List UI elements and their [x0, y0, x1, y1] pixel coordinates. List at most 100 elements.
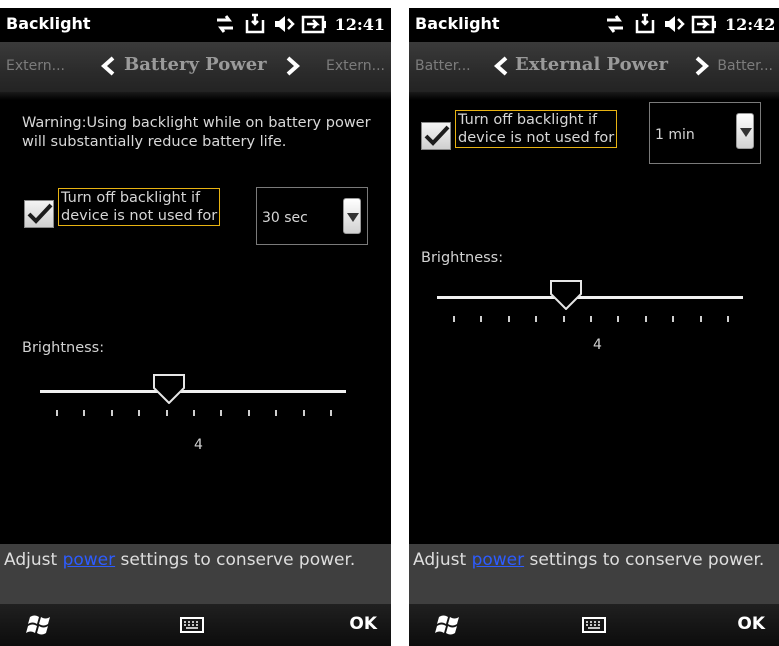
chevron-right-icon[interactable] [694, 56, 710, 76]
keyboard-icon[interactable] [180, 617, 204, 633]
battery-charging-icon [301, 15, 326, 34]
power-settings-hint: Adjust power settings to conserve power. [409, 544, 779, 604]
pivot-prev-tab[interactable]: Batter... [415, 58, 471, 74]
ok-button[interactable]: OK [349, 614, 377, 634]
slider-tick [672, 316, 675, 322]
label-line-1: Turn off backlight if [458, 112, 598, 128]
slider-thumb[interactable] [549, 280, 582, 310]
status-bar: Backlight 12:42 [409, 8, 779, 42]
inbox-notification-icon [635, 13, 655, 34]
phone-screen-battery: Backlight 12:41 Extern... Battery Power … [0, 8, 391, 646]
label-line-2: device is not used for [61, 208, 218, 224]
keyboard-icon[interactable] [582, 617, 606, 633]
checkmark-icon [27, 203, 53, 224]
clock: 12:41 [334, 14, 385, 34]
hint-suffix: settings to conserve power. [529, 550, 765, 570]
slider-tick [535, 316, 538, 322]
speaker-muted-icon [274, 16, 295, 32]
pivot-next-tab[interactable]: Batter... [717, 58, 773, 74]
chevron-left-icon[interactable] [100, 56, 116, 76]
turn-off-backlight-label[interactable]: Turn off backlight if device is not used… [58, 188, 221, 226]
slider-tick [138, 410, 141, 416]
slider-tick [507, 316, 510, 322]
slider-tick [699, 316, 702, 322]
sync-arrows-icon [607, 15, 623, 33]
slider-tick [644, 316, 647, 322]
ok-button[interactable]: OK [737, 614, 765, 634]
hint-suffix: settings to conserve power. [120, 550, 356, 570]
brightness-value: 4 [593, 337, 602, 353]
windows-start-icon[interactable] [26, 613, 54, 637]
chevron-left-icon[interactable] [493, 56, 509, 76]
pivot-current-tab: External Power [515, 54, 669, 75]
dropdown-button[interactable] [736, 113, 754, 149]
slider-track[interactable] [437, 296, 743, 299]
dropdown-button[interactable] [343, 198, 361, 234]
speaker-muted-icon [665, 16, 685, 32]
phone-screen-external: Backlight 12:42 Batter... External Power… [409, 8, 779, 646]
app-title: Backlight [415, 14, 500, 33]
status-icons: 12:42 [603, 12, 775, 36]
label-line-1: Turn off backlight if [61, 190, 201, 206]
brightness-value: 4 [194, 437, 203, 453]
battery-warning-text: Warning:Using backlight while on battery… [22, 115, 371, 150]
inbox-notification-icon [245, 13, 264, 34]
slider-tick [453, 316, 455, 322]
brightness-label: Brightness: [421, 250, 504, 266]
pivot-header: Extern... Battery Power Extern... [0, 42, 391, 92]
slider-tick [220, 410, 223, 416]
slider-tick [302, 410, 305, 416]
slider-tick [590, 316, 592, 322]
brightness-label: Brightness: [22, 340, 105, 356]
slider-tick [56, 410, 58, 416]
slider-tick [727, 316, 729, 322]
slider-tick [480, 316, 483, 322]
battery-charging-icon [691, 15, 716, 34]
soft-key-bar: OK [0, 604, 391, 646]
brightness-slider[interactable] [40, 372, 346, 442]
dropdown-arrow-icon [347, 213, 359, 222]
label-line-2: device is not used for [458, 130, 615, 146]
status-bar: Backlight 12:41 [0, 8, 391, 42]
power-link[interactable]: power [63, 550, 116, 570]
timeout-value: 30 sec [262, 210, 308, 226]
slider-tick [110, 410, 113, 416]
slider-tick [562, 316, 565, 322]
hint-prefix: Adjust [413, 550, 467, 570]
brightness-slider[interactable] [437, 278, 743, 348]
slider-tick [275, 410, 278, 416]
pivot-divider [409, 92, 779, 100]
settings-content: Warning:Using backlight while on battery… [0, 100, 391, 544]
slider-tick [193, 410, 195, 416]
power-settings-hint: Adjust power settings to conserve power. [0, 544, 391, 604]
timeout-dropdown[interactable]: 30 sec [256, 187, 368, 245]
pivot-current-tab: Battery Power [124, 54, 267, 75]
pivot-divider [0, 92, 391, 100]
pivot-next-tab[interactable]: Extern... [326, 58, 385, 74]
slider-tick [83, 410, 86, 416]
pivot-prev-tab[interactable]: Extern... [6, 58, 65, 74]
turn-off-backlight-label[interactable]: Turn off backlight if device is not used… [455, 110, 618, 148]
slider-thumb[interactable] [152, 374, 185, 404]
slider-track[interactable] [40, 390, 346, 393]
slider-tick [247, 410, 250, 416]
soft-key-bar: OK [409, 604, 779, 646]
clock: 12:42 [725, 14, 776, 34]
turn-off-backlight-checkbox[interactable] [24, 200, 54, 228]
turn-off-backlight-checkbox[interactable] [421, 122, 451, 150]
slider-tick [617, 316, 620, 322]
settings-content: Turn off backlight if device is not used… [409, 100, 779, 544]
chevron-right-icon[interactable] [285, 56, 301, 76]
hint-prefix: Adjust [4, 550, 58, 570]
windows-start-icon[interactable] [435, 613, 463, 637]
status-icons: 12:41 [213, 12, 385, 36]
timeout-dropdown[interactable]: 1 min [649, 102, 761, 164]
app-title: Backlight [6, 14, 91, 33]
sync-arrows-icon [216, 15, 233, 33]
pivot-header: Batter... External Power Batter... [409, 42, 779, 92]
checkmark-icon [424, 125, 450, 146]
timeout-value: 1 min [655, 127, 695, 143]
slider-tick [165, 410, 168, 416]
slider-tick [330, 410, 332, 416]
power-link[interactable]: power [472, 550, 525, 570]
